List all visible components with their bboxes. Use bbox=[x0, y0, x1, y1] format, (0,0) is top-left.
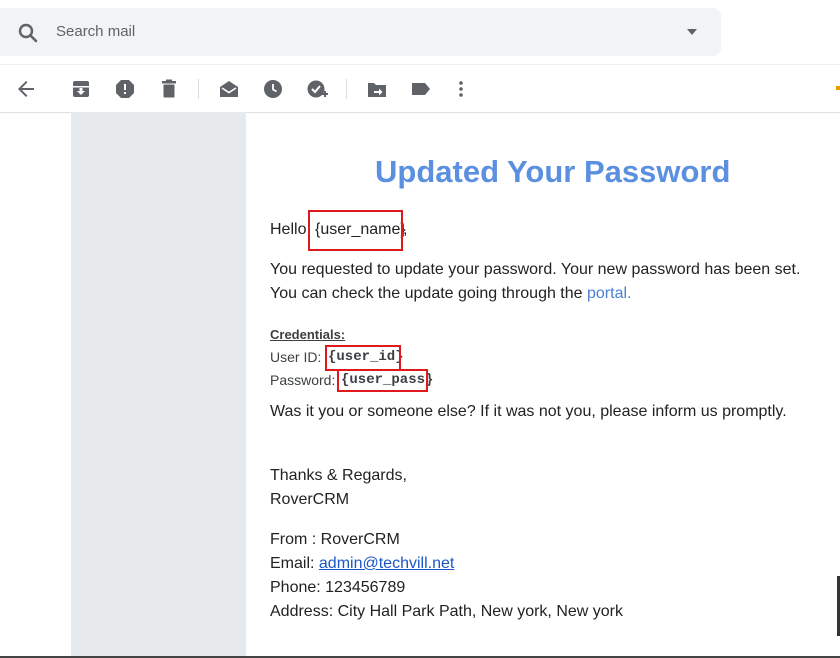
greeting-suffix: , bbox=[403, 221, 408, 238]
user-name-highlight-box bbox=[308, 210, 403, 251]
password-label: Password: bbox=[270, 372, 336, 388]
mark-as-unread-icon[interactable] bbox=[217, 77, 241, 101]
toolbar-divider bbox=[346, 79, 347, 99]
email-title: Updated Your Password bbox=[375, 154, 731, 189]
email-toolbar bbox=[0, 64, 840, 113]
phone-line: Phone: 123456789 bbox=[270, 579, 406, 596]
toolbar-divider bbox=[198, 79, 199, 99]
move-to-folder-icon[interactable] bbox=[365, 77, 389, 101]
regards-text: Thanks & Regards, bbox=[270, 467, 407, 484]
body-line-1: You requested to update your password. Y… bbox=[270, 261, 801, 278]
user-id-label: User ID: bbox=[270, 349, 322, 365]
credentials-heading: Credentials: bbox=[270, 327, 346, 342]
report-spam-icon[interactable] bbox=[113, 77, 137, 101]
body-line-2: You can check the update going through t… bbox=[270, 285, 631, 303]
search-input[interactable]: Search mail bbox=[56, 23, 135, 40]
address-line: Address: City Hall Park Path, New york, … bbox=[270, 603, 623, 620]
from-line: From : RoverCRM bbox=[270, 531, 400, 548]
signature-text: RoverCRM bbox=[270, 491, 350, 508]
greeting-prefix: Hello bbox=[270, 221, 307, 238]
email-address-link[interactable]: admin@techvill.net bbox=[319, 555, 454, 572]
more-options-icon[interactable] bbox=[449, 77, 473, 101]
email-side-panel bbox=[71, 112, 246, 658]
back-arrow-icon[interactable] bbox=[14, 77, 38, 101]
toolbar-edge-indicator bbox=[836, 86, 840, 90]
email-line: Email: admin@techvill.net bbox=[270, 555, 454, 573]
snooze-clock-icon[interactable] bbox=[261, 77, 285, 101]
label-icon[interactable] bbox=[409, 77, 433, 101]
portal-link[interactable]: portal. bbox=[587, 285, 631, 302]
email-label: Email: bbox=[270, 555, 315, 572]
search-bar[interactable]: Search mail bbox=[0, 8, 721, 56]
greeting-line: Hello bbox=[270, 221, 306, 239]
search-icon[interactable] bbox=[16, 21, 40, 45]
add-to-tasks-icon[interactable] bbox=[305, 77, 329, 101]
password-highlight-box bbox=[337, 369, 428, 392]
archive-icon[interactable] bbox=[69, 77, 93, 101]
delete-icon[interactable] bbox=[157, 77, 181, 101]
search-options-dropdown-icon[interactable] bbox=[684, 24, 700, 40]
user-id-highlight-box bbox=[325, 345, 401, 371]
body-line-2-text: You can check the update going through t… bbox=[270, 285, 583, 302]
warning-text: Was it you or someone else? If it was no… bbox=[270, 403, 787, 420]
